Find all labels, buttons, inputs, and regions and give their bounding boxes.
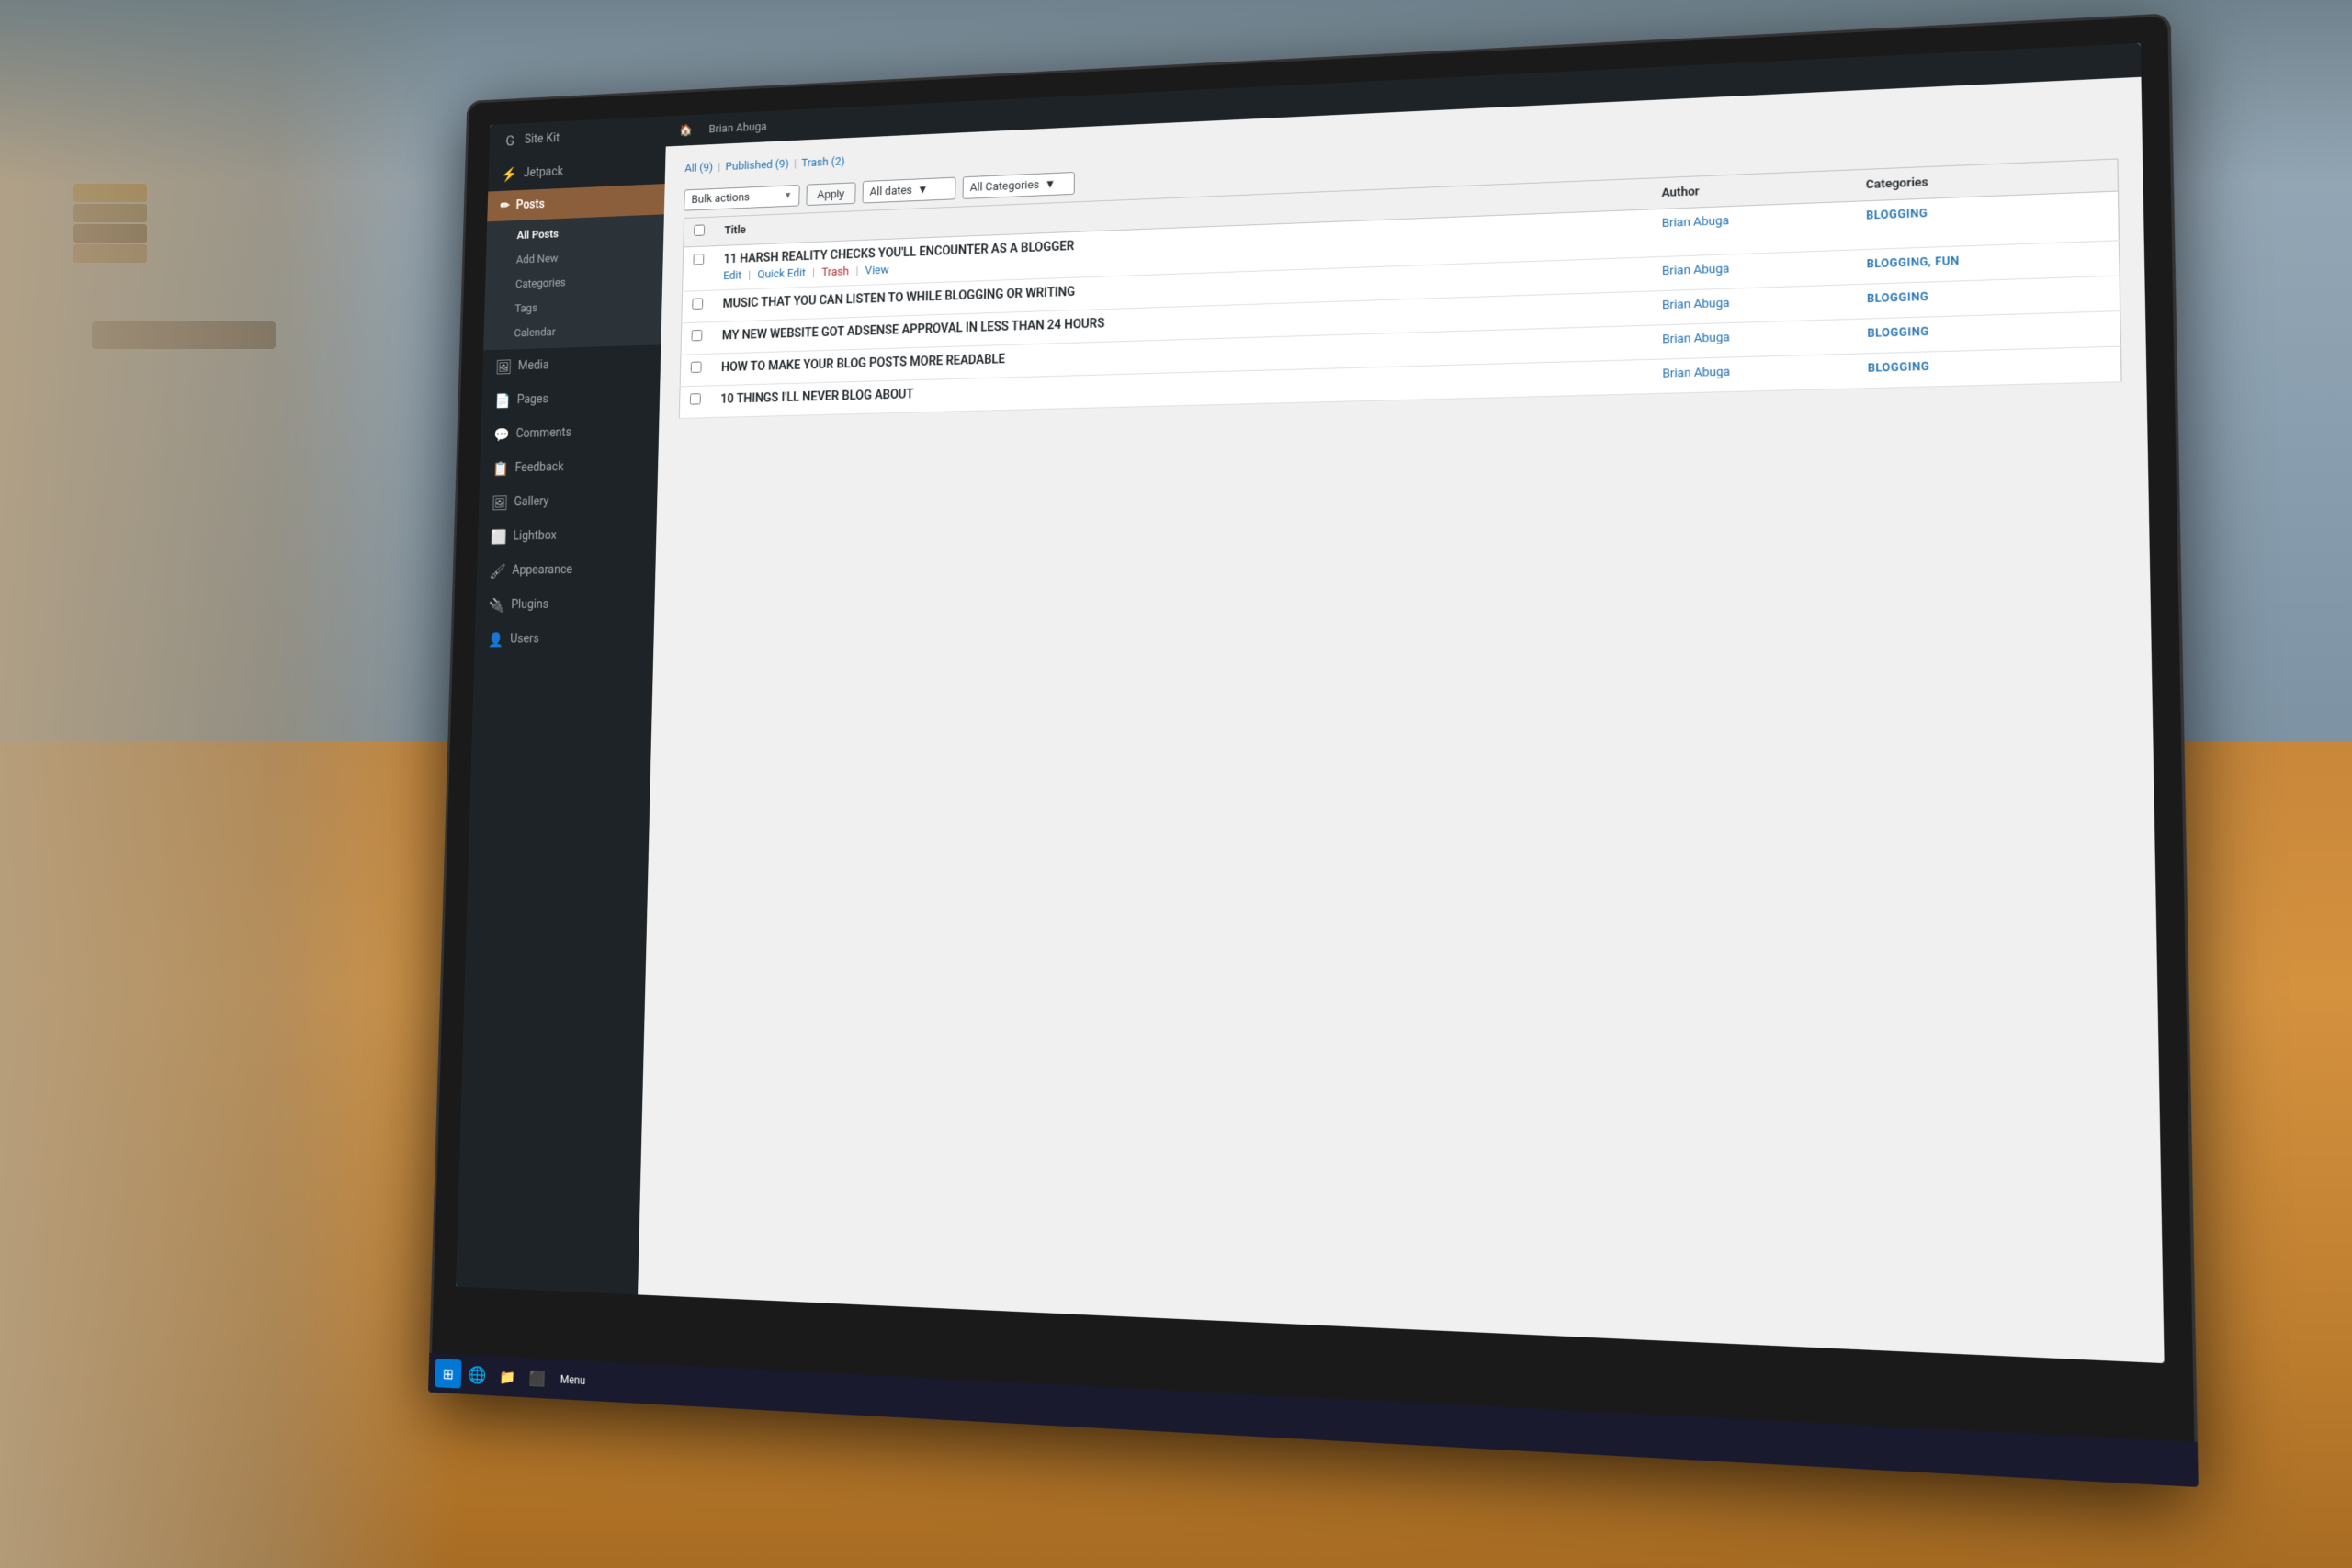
sidebar-item-feedback-label: Feedback	[514, 460, 563, 475]
row-checkbox-4[interactable]	[691, 362, 702, 374]
topbar-home[interactable]: 🏠	[679, 124, 693, 138]
taskbar-menu-label[interactable]: Menu	[553, 1370, 592, 1392]
wp-main: 🏠 Brian Abuga All (9) | Published (9)	[638, 43, 2165, 1363]
posts-icon: ✏	[500, 199, 510, 213]
sidebar-item-gallery[interactable]: 🖼 Gallery	[479, 482, 658, 520]
row-checkbox-3[interactable]	[692, 330, 703, 342]
date-filter-select[interactable]: All dates ▼	[862, 177, 956, 204]
post-action-view-1[interactable]: View	[865, 264, 888, 277]
taskbar-files-button[interactable]: 📁	[493, 1361, 521, 1392]
row-checkbox-1[interactable]	[693, 254, 704, 265]
bulk-actions-chevron-icon: ▼	[784, 190, 792, 200]
sidebar-item-media[interactable]: 🖼 Media	[482, 344, 661, 384]
post-category-4[interactable]: BLOGGING	[1867, 325, 1928, 340]
filter-published[interactable]: Published (9)	[725, 158, 788, 174]
sidebar-item-appearance[interactable]: 🖌 Appearance	[476, 551, 655, 588]
sidebar-item-pages[interactable]: 📄 Pages	[481, 379, 661, 418]
sidebar-item-users[interactable]: 👤 Users	[474, 621, 654, 657]
sidebar-item-media-label: Media	[518, 358, 549, 373]
appearance-icon: 🖌	[490, 562, 506, 580]
desk-tray	[92, 321, 276, 349]
date-filter-label: All dates	[869, 184, 912, 198]
post-action-quick-edit-1[interactable]: Quick Edit	[757, 266, 806, 281]
sidebar-item-sitekit-label: Site Kit	[525, 131, 560, 146]
files-icon: 📁	[499, 1368, 515, 1385]
lightbox-icon: ⬜	[491, 528, 507, 546]
sidebar-item-feedback[interactable]: 📋 Feedback	[480, 447, 659, 485]
posts-section: ✏ Posts All Posts Add New Categories Tag…	[483, 184, 665, 350]
action-separator: |	[812, 266, 815, 279]
terminal-icon: ⬛	[528, 1370, 545, 1388]
monitor-wrapper: G Site Kit ⚡ Jetpack ✏ Posts All Posts A…	[428, 13, 2199, 1487]
taskbar-browser-button[interactable]: 🌐	[464, 1360, 491, 1391]
filter-all[interactable]: All (9)	[684, 162, 713, 175]
post-author-2[interactable]: Brian Abuga	[1662, 262, 1730, 278]
book-stack	[74, 184, 147, 265]
sidebar-item-appearance-label: Appearance	[512, 563, 572, 578]
sidebar-item-jetpack-label: Jetpack	[524, 164, 564, 180]
date-chevron-icon: ▼	[917, 183, 928, 197]
windows-icon: ⊞	[443, 1365, 454, 1382]
post-category-5[interactable]: BLOGGING	[1868, 360, 1930, 375]
post-action-edit-1[interactable]: Edit	[723, 269, 741, 283]
sidebar-item-gallery-label: Gallery	[514, 494, 548, 509]
screen: G Site Kit ⚡ Jetpack ✏ Posts All Posts A…	[456, 43, 2165, 1363]
sidebar-item-plugins-label: Plugins	[511, 597, 548, 611]
sidebar-item-comments[interactable]: 💬 Comments	[481, 413, 660, 452]
browser-icon: 🌐	[469, 1365, 488, 1385]
select-all-checkbox[interactable]	[694, 224, 705, 236]
post-category-1[interactable]: BLOGGING	[1866, 207, 1928, 222]
sidebar-item-comments-label: Comments	[515, 426, 571, 441]
sidebar-item-lightbox-label: Lightbox	[513, 529, 557, 544]
row-checkbox-2[interactable]	[692, 298, 703, 310]
sitekit-icon: G	[502, 131, 518, 149]
gallery-icon: 🖼	[492, 493, 508, 511]
sidebar-item-lightbox[interactable]: ⬜ Lightbox	[478, 516, 657, 554]
sidebar-item-pages-label: Pages	[517, 392, 548, 407]
post-author-5[interactable]: Brian Abuga	[1662, 366, 1730, 381]
taskbar-terminal-button[interactable]: ⬛	[524, 1363, 551, 1393]
wp-content: All (9) | Published (9) | Trash (2)	[638, 77, 2165, 1363]
plugins-icon: 🔌	[489, 596, 505, 614]
category-filter-select[interactable]: All Categories ▼	[962, 172, 1074, 199]
apply-button[interactable]: Apply	[806, 182, 855, 206]
bulk-actions-label: Bulk actions	[691, 191, 750, 207]
topbar-visit-site[interactable]: Brian Abuga	[708, 120, 766, 136]
row-checkbox-5[interactable]	[690, 393, 701, 404]
category-chevron-icon: ▼	[1045, 177, 1056, 192]
post-action-trash-1[interactable]: Trash	[821, 265, 849, 279]
post-category-3[interactable]: BLOGGING	[1867, 290, 1928, 305]
sidebar-item-plugins[interactable]: 🔌 Plugins	[475, 586, 655, 623]
jetpack-icon: ⚡	[501, 165, 517, 183]
select-all-header[interactable]	[684, 217, 715, 247]
users-icon: 👤	[488, 631, 504, 649]
category-filter-label: All Categories	[970, 178, 1040, 194]
filter-trash[interactable]: Trash (2)	[801, 155, 844, 170]
taskbar-start-button[interactable]: ⊞	[435, 1359, 461, 1389]
feedback-icon: 📋	[492, 459, 509, 477]
post-author-4[interactable]: Brian Abuga	[1662, 331, 1730, 346]
posts-section-label: Posts	[515, 197, 545, 212]
bulk-actions-select[interactable]: Bulk actions ▼	[684, 185, 799, 211]
pages-icon: 📄	[494, 391, 511, 409]
sidebar-item-calendar[interactable]: Calendar	[483, 317, 662, 347]
posts-submenu: All Posts Add New Categories Tags Calend…	[483, 214, 664, 350]
wp-sidebar: G Site Kit ⚡ Jetpack ✏ Posts All Posts A…	[456, 116, 666, 1294]
post-author-3[interactable]: Brian Abuga	[1662, 297, 1730, 312]
comments-icon: 💬	[493, 425, 510, 443]
post-category-2[interactable]: BLOGGING, FUN	[1867, 254, 1960, 271]
sidebar-item-users-label: Users	[510, 632, 539, 646]
action-separator: |	[855, 265, 858, 277]
action-separator: |	[748, 269, 751, 282]
post-author-1[interactable]: Brian Abuga	[1662, 214, 1730, 231]
media-icon: 🖼	[495, 358, 512, 376]
